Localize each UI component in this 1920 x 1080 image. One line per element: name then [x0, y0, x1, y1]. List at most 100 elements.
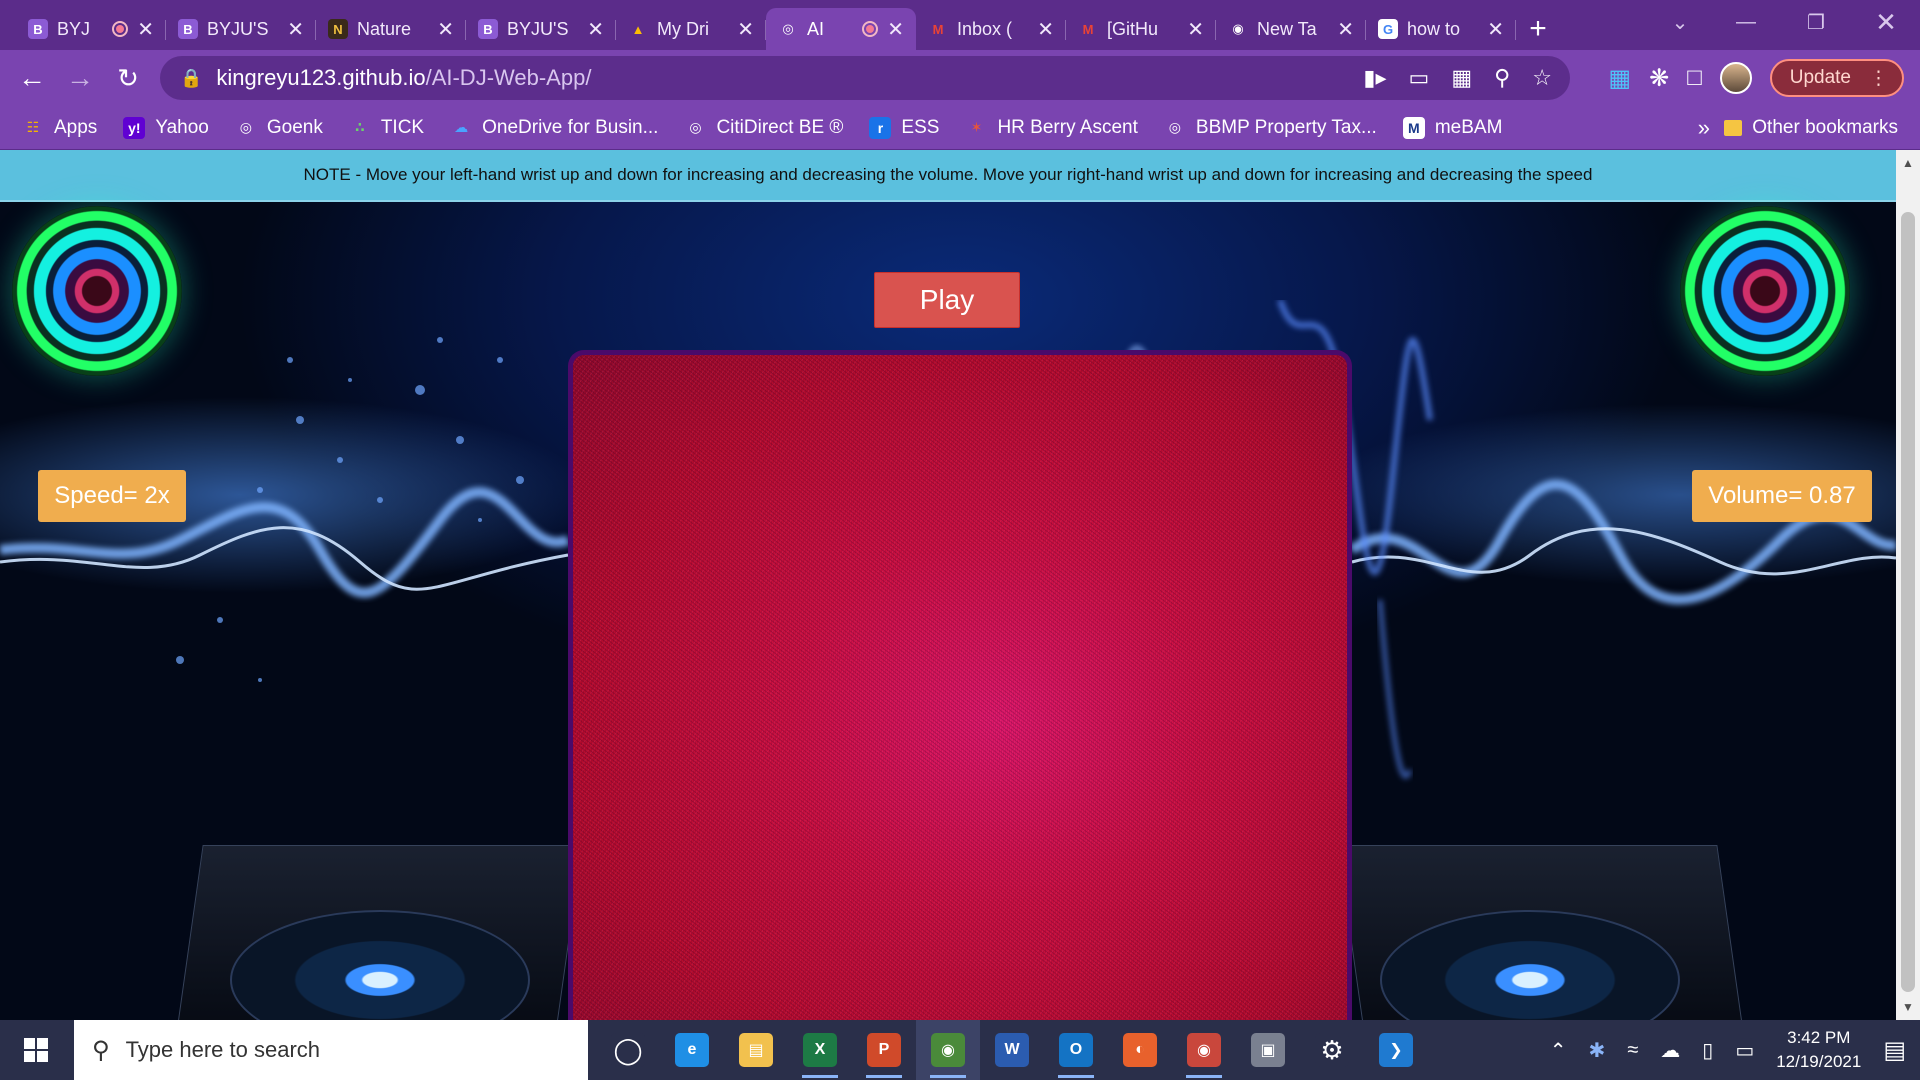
bookmark-star-icon[interactable]: ☆ — [1532, 65, 1552, 91]
bookmark-item[interactable]: ✶ HR Berry Ascent — [965, 117, 1138, 139]
bookmark-item[interactable]: ◎ Goenk — [235, 117, 323, 139]
update-button[interactable]: Update ⋮ — [1769, 59, 1904, 97]
wifi-icon[interactable]: ≈ — [1627, 1039, 1638, 1062]
clock[interactable]: 3:42 PM 12/19/2021 — [1776, 1026, 1861, 1074]
excel-icon: X — [803, 1033, 837, 1067]
byjus-icon: B — [28, 19, 48, 39]
browser-tab[interactable]: ◎ AI ✕ — [766, 8, 916, 50]
extensions-puzzle-icon[interactable]: ❋ — [1649, 64, 1669, 93]
bookmark-item[interactable]: ☁ OneDrive for Busin... — [450, 117, 658, 139]
reload-icon[interactable]: ↻ — [104, 54, 152, 102]
scrollbar-thumb[interactable] — [1901, 212, 1915, 992]
page-scrollbar[interactable]: ▲ ▼ — [1896, 150, 1920, 1020]
play-button[interactable]: Play — [874, 272, 1020, 328]
globe-icon: ◎ — [1168, 119, 1181, 135]
taskbar-apps: ◯ e ▤ X P ◉ W O ◐ ◉ ▣ ⚙ ❯ — [596, 1020, 1428, 1080]
address-bar[interactable]: 🔒 kingreyu123.github.io/AI-DJ-Web-App/ ▮… — [160, 56, 1570, 100]
tab-title: Inbox ( — [957, 18, 1013, 39]
bookmark-label: meBAM — [1434, 116, 1503, 138]
cast-icon[interactable]: ▭ — [1409, 65, 1430, 91]
browser-tab[interactable]: B BYJU'S ✕ — [166, 8, 316, 50]
taskbar-app-edge[interactable]: e — [660, 1020, 724, 1080]
bluetooth-icon[interactable]: ✱ — [1589, 1038, 1606, 1063]
taskbar-app-powerpoint[interactable]: P — [852, 1020, 916, 1080]
browser-tab[interactable]: ▲ My Dri ✕ — [616, 8, 766, 50]
taskbar-app-chrome-profile[interactable]: ◉ — [1172, 1020, 1236, 1080]
new-tab-icon[interactable]: + — [1516, 8, 1560, 50]
search-icon: ⚲ — [92, 1036, 110, 1064]
bookmark-item[interactable]: ☷ Apps — [22, 116, 98, 139]
tray-expand-icon[interactable]: ⌃ — [1550, 1038, 1567, 1063]
taskbar-app-outlook[interactable]: O — [1044, 1020, 1108, 1080]
browser-tab[interactable]: B BYJU'S ✕ — [466, 8, 616, 50]
taskbar-app-file-explorer[interactable]: ▤ — [724, 1020, 788, 1080]
battery-icon[interactable]: ▭ — [1735, 1038, 1754, 1063]
notifications-icon[interactable]: ▤ — [1883, 1036, 1906, 1065]
restore-icon[interactable]: ❐ — [1786, 0, 1846, 44]
camera-in-use-icon[interactable]: ▮▸ — [1363, 65, 1386, 91]
taskbar-app-camera[interactable]: ▣ — [1236, 1020, 1300, 1080]
browser-tab[interactable]: Ghow to ✕ — [1366, 8, 1516, 50]
close-tab-icon[interactable]: ✕ — [437, 17, 454, 42]
close-tab-icon[interactable]: ✕ — [137, 17, 154, 42]
taskbar-app-firefox[interactable]: ◐ — [1108, 1020, 1172, 1080]
close-tab-icon[interactable]: ✕ — [1187, 17, 1204, 42]
close-tab-icon[interactable]: ✕ — [1037, 17, 1054, 42]
close-tab-icon[interactable]: ✕ — [587, 17, 604, 42]
close-window-icon[interactable]: ✕ — [1856, 0, 1916, 44]
bookmark-item[interactable]: MmeBAM — [1402, 116, 1503, 139]
drive-icon: ▲ — [631, 21, 645, 37]
onedrive-tray-icon[interactable]: ☁ — [1660, 1038, 1680, 1063]
bookmark-label: Apps — [54, 116, 98, 138]
canvas-noise — [573, 355, 1347, 1020]
bookmark-label: OneDrive for Busin... — [482, 116, 659, 138]
bookmark-item[interactable]: ◎ BBMP Property Tax... — [1164, 117, 1377, 139]
yahoo-icon: y! — [123, 116, 146, 139]
browser-tab[interactable]: ◉ New Ta ✕ — [1216, 8, 1366, 50]
chrome-icon: ◉ — [931, 1033, 965, 1067]
windows-extension-icon[interactable]: ▦ — [1608, 64, 1631, 93]
tab-title: BYJ — [57, 18, 91, 39]
side-panel-icon[interactable]: □ — [1687, 64, 1702, 92]
usb-icon[interactable]: ▯ — [1702, 1038, 1713, 1063]
taskbar-app-chrome[interactable]: ◉ — [916, 1020, 980, 1080]
word-icon: W — [995, 1033, 1029, 1067]
zoom-icon[interactable]: ⚲ — [1494, 65, 1510, 91]
browser-tab[interactable]: M [GitHu ✕ — [1066, 8, 1216, 50]
browser-tab[interactable]: B BYJ ✕ — [16, 8, 166, 50]
byjus-icon: B — [478, 19, 498, 39]
close-tab-icon[interactable]: ✕ — [887, 17, 904, 42]
taskbar-search[interactable]: ⚲ Type here to search — [74, 1020, 588, 1080]
scroll-up-icon[interactable]: ▲ — [1896, 156, 1920, 170]
scroll-down-icon[interactable]: ▼ — [1896, 1000, 1920, 1014]
bookmark-item[interactable]: y! Yahoo — [123, 116, 209, 139]
chrome-icon: ◉ — [1232, 21, 1244, 36]
bookmark-item[interactable]: r ESS — [869, 116, 939, 139]
globe-icon: ◎ — [689, 119, 702, 135]
taskbar-app-word[interactable]: W — [980, 1020, 1044, 1080]
bookmarks-overflow-icon[interactable]: » — [1698, 106, 1710, 150]
browser-tab[interactable]: N Nature ✕ — [316, 8, 466, 50]
taskbar-app-excel[interactable]: X — [788, 1020, 852, 1080]
taskbar-app-settings[interactable]: ⚙ — [1300, 1020, 1364, 1080]
bookmark-item[interactable]: ◎ CitiDirect BE ® — [684, 117, 843, 139]
browser-tab[interactable]: M Inbox ( ✕ — [916, 8, 1066, 50]
back-icon[interactable]: ← — [8, 54, 56, 102]
menu-dots-icon: ⋮ — [1869, 67, 1888, 89]
close-tab-icon[interactable]: ✕ — [1487, 17, 1504, 42]
taskbar-app-vscode[interactable]: ❯ — [1364, 1020, 1428, 1080]
profile-avatar[interactable] — [1719, 62, 1752, 94]
clock-time: 3:42 PM — [1787, 1028, 1851, 1047]
forward-icon[interactable]: → — [56, 54, 104, 102]
minimize-icon[interactable]: — — [1716, 0, 1776, 44]
gmail-icon: M — [932, 21, 944, 37]
close-tab-icon[interactable]: ✕ — [287, 17, 304, 42]
tab-search-icon[interactable]: ⌄ — [1650, 0, 1710, 44]
other-bookmarks[interactable]: Other bookmarks — [1724, 106, 1898, 150]
install-app-icon[interactable]: ▦ — [1451, 65, 1472, 91]
start-button[interactable] — [0, 1020, 72, 1080]
bookmark-item[interactable]: ∴ TICK — [349, 117, 424, 139]
taskbar-app-cortana[interactable]: ◯ — [596, 1020, 660, 1080]
close-tab-icon[interactable]: ✕ — [737, 17, 754, 42]
close-tab-icon[interactable]: ✕ — [1337, 17, 1354, 42]
